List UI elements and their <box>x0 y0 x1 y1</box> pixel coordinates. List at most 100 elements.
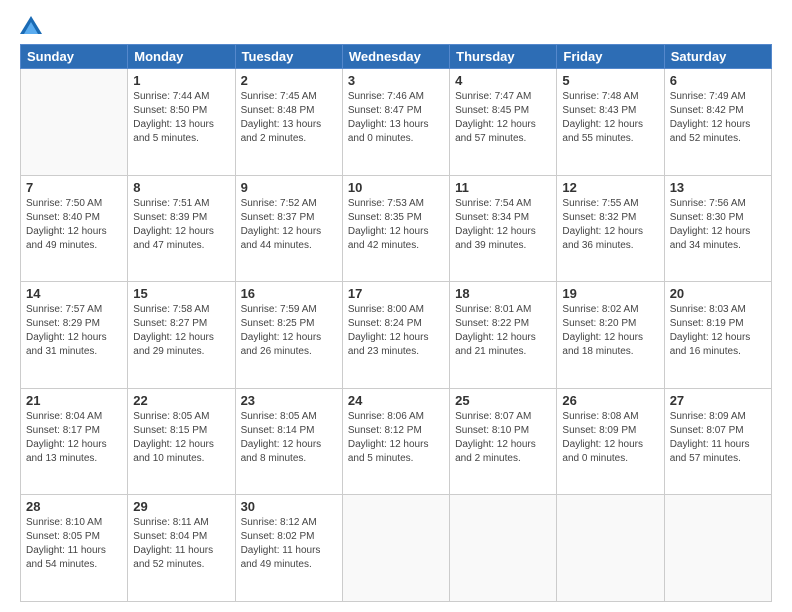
calendar-cell: 23Sunrise: 8:05 AM Sunset: 8:14 PM Dayli… <box>235 388 342 495</box>
calendar-week-row: 1 Sunrise: 7:44 AM Sunset: 8:50 PM Daylig… <box>21 69 772 176</box>
day-number: 24 <box>348 393 444 408</box>
day-info: Sunrise: 8:09 AM Sunset: 8:07 PM Dayligh… <box>670 410 766 466</box>
weekday-header-friday: Friday <box>557 45 664 69</box>
calendar-cell: 25 Sunrise: 8:07 AM Sunset: 8:10 PM Dayli… <box>450 388 557 495</box>
calendar-cell: 1 Sunrise: 7:44 AM Sunset: 8:50 PM Daylig… <box>128 69 235 176</box>
day-info: Sunrise: 7:59 AM Sunset: 8:25 PM Dayligh… <box>241 303 337 359</box>
weekday-header-row: SundayMondayTuesdayWednesdayThursdayFrid… <box>21 45 772 69</box>
logo <box>20 16 44 34</box>
calendar-cell: 18 Sunrise: 8:01 AM Sunset: 8:22 PM Dayli… <box>450 282 557 389</box>
calendar-cell: 10Sunrise: 7:53 AM Sunset: 8:35 PM Dayli… <box>342 175 449 282</box>
day-info: Sunrise: 7:57 AM Sunset: 8:29 PM Dayligh… <box>26 303 122 359</box>
day-number: 7 <box>26 180 122 195</box>
day-number: 14 <box>26 286 122 301</box>
calendar-cell: 28 Sunrise: 8:10 AM Sunset: 8:05 PM Dayli… <box>21 495 128 602</box>
day-number: 6 <box>670 73 766 88</box>
calendar-cell: 21 Sunrise: 8:04 AM Sunset: 8:17 PM Dayli… <box>21 388 128 495</box>
day-info: Sunrise: 8:01 AM Sunset: 8:22 PM Dayligh… <box>455 303 551 359</box>
calendar-cell: 11 Sunrise: 7:54 AM Sunset: 8:34 PM Dayli… <box>450 175 557 282</box>
day-info: Sunrise: 8:02 AM Sunset: 8:20 PM Dayligh… <box>562 303 658 359</box>
day-number: 23 <box>241 393 337 408</box>
day-info: Sunrise: 7:46 AM Sunset: 8:47 PM Dayligh… <box>348 90 444 146</box>
weekday-header-sunday: Sunday <box>21 45 128 69</box>
day-info: Sunrise: 7:49 AM Sunset: 8:42 PM Dayligh… <box>670 90 766 146</box>
day-number: 18 <box>455 286 551 301</box>
day-info: Sunrise: 7:44 AM Sunset: 8:50 PM Dayligh… <box>133 90 229 146</box>
calendar-cell: 15 Sunrise: 7:58 AM Sunset: 8:27 PM Dayli… <box>128 282 235 389</box>
day-number: 8 <box>133 180 229 195</box>
day-number: 15 <box>133 286 229 301</box>
day-info: Sunrise: 8:12 AM Sunset: 8:02 PM Dayligh… <box>241 516 337 572</box>
calendar-cell: 30Sunrise: 8:12 AM Sunset: 8:02 PM Dayli… <box>235 495 342 602</box>
calendar-cell <box>342 495 449 602</box>
calendar-cell: 7 Sunrise: 7:50 AM Sunset: 8:40 PM Daylig… <box>21 175 128 282</box>
day-number: 3 <box>348 73 444 88</box>
day-number: 26 <box>562 393 658 408</box>
day-info: Sunrise: 7:54 AM Sunset: 8:34 PM Dayligh… <box>455 197 551 253</box>
day-number: 20 <box>670 286 766 301</box>
calendar-week-row: 7 Sunrise: 7:50 AM Sunset: 8:40 PM Daylig… <box>21 175 772 282</box>
header <box>20 16 772 34</box>
day-info: Sunrise: 8:04 AM Sunset: 8:17 PM Dayligh… <box>26 410 122 466</box>
calendar-cell: 13 Sunrise: 7:56 AM Sunset: 8:30 PM Dayli… <box>664 175 771 282</box>
calendar-cell: 16 Sunrise: 7:59 AM Sunset: 8:25 PM Dayli… <box>235 282 342 389</box>
day-number: 27 <box>670 393 766 408</box>
calendar-cell: 24 Sunrise: 8:06 AM Sunset: 8:12 PM Dayli… <box>342 388 449 495</box>
day-number: 28 <box>26 499 122 514</box>
calendar-cell: 27 Sunrise: 8:09 AM Sunset: 8:07 PM Dayli… <box>664 388 771 495</box>
logo-text <box>20 16 44 34</box>
calendar-cell: 5 Sunrise: 7:48 AM Sunset: 8:43 PM Daylig… <box>557 69 664 176</box>
weekday-header-wednesday: Wednesday <box>342 45 449 69</box>
day-number: 25 <box>455 393 551 408</box>
day-number: 29 <box>133 499 229 514</box>
day-number: 12 <box>562 180 658 195</box>
calendar-cell: 22Sunrise: 8:05 AM Sunset: 8:15 PM Dayli… <box>128 388 235 495</box>
day-number: 4 <box>455 73 551 88</box>
calendar-cell <box>450 495 557 602</box>
calendar-week-row: 28 Sunrise: 8:10 AM Sunset: 8:05 PM Dayli… <box>21 495 772 602</box>
calendar-cell: 6 Sunrise: 7:49 AM Sunset: 8:42 PM Daylig… <box>664 69 771 176</box>
day-info: Sunrise: 7:50 AM Sunset: 8:40 PM Dayligh… <box>26 197 122 253</box>
calendar-cell: 2Sunrise: 7:45 AM Sunset: 8:48 PM Daylig… <box>235 69 342 176</box>
day-info: Sunrise: 7:58 AM Sunset: 8:27 PM Dayligh… <box>133 303 229 359</box>
calendar-cell <box>664 495 771 602</box>
day-number: 9 <box>241 180 337 195</box>
weekday-header-monday: Monday <box>128 45 235 69</box>
day-info: Sunrise: 8:03 AM Sunset: 8:19 PM Dayligh… <box>670 303 766 359</box>
calendar-table: SundayMondayTuesdayWednesdayThursdayFrid… <box>20 44 772 602</box>
calendar-cell: 4Sunrise: 7:47 AM Sunset: 8:45 PM Daylig… <box>450 69 557 176</box>
day-number: 16 <box>241 286 337 301</box>
day-info: Sunrise: 8:00 AM Sunset: 8:24 PM Dayligh… <box>348 303 444 359</box>
calendar-cell: 9 Sunrise: 7:52 AM Sunset: 8:37 PM Daylig… <box>235 175 342 282</box>
day-number: 1 <box>133 73 229 88</box>
calendar-cell: 12 Sunrise: 7:55 AM Sunset: 8:32 PM Dayli… <box>557 175 664 282</box>
day-info: Sunrise: 7:55 AM Sunset: 8:32 PM Dayligh… <box>562 197 658 253</box>
day-info: Sunrise: 7:51 AM Sunset: 8:39 PM Dayligh… <box>133 197 229 253</box>
weekday-header-saturday: Saturday <box>664 45 771 69</box>
day-number: 13 <box>670 180 766 195</box>
logo-icon <box>20 16 42 34</box>
calendar-cell: 14 Sunrise: 7:57 AM Sunset: 8:29 PM Dayli… <box>21 282 128 389</box>
day-info: Sunrise: 7:48 AM Sunset: 8:43 PM Dayligh… <box>562 90 658 146</box>
day-number: 21 <box>26 393 122 408</box>
day-number: 11 <box>455 180 551 195</box>
day-info: Sunrise: 8:06 AM Sunset: 8:12 PM Dayligh… <box>348 410 444 466</box>
weekday-header-thursday: Thursday <box>450 45 557 69</box>
day-info: Sunrise: 8:10 AM Sunset: 8:05 PM Dayligh… <box>26 516 122 572</box>
weekday-header-tuesday: Tuesday <box>235 45 342 69</box>
calendar-week-row: 21 Sunrise: 8:04 AM Sunset: 8:17 PM Dayli… <box>21 388 772 495</box>
day-info: Sunrise: 8:07 AM Sunset: 8:10 PM Dayligh… <box>455 410 551 466</box>
calendar-cell: 17Sunrise: 8:00 AM Sunset: 8:24 PM Dayli… <box>342 282 449 389</box>
calendar-cell: 20 Sunrise: 8:03 AM Sunset: 8:19 PM Dayli… <box>664 282 771 389</box>
calendar-cell: 26 Sunrise: 8:08 AM Sunset: 8:09 PM Dayli… <box>557 388 664 495</box>
day-info: Sunrise: 7:53 AM Sunset: 8:35 PM Dayligh… <box>348 197 444 253</box>
calendar-cell: 8 Sunrise: 7:51 AM Sunset: 8:39 PM Daylig… <box>128 175 235 282</box>
day-number: 5 <box>562 73 658 88</box>
day-info: Sunrise: 7:56 AM Sunset: 8:30 PM Dayligh… <box>670 197 766 253</box>
day-info: Sunrise: 8:05 AM Sunset: 8:15 PM Dayligh… <box>133 410 229 466</box>
calendar-cell <box>21 69 128 176</box>
day-info: Sunrise: 7:52 AM Sunset: 8:37 PM Dayligh… <box>241 197 337 253</box>
day-info: Sunrise: 8:11 AM Sunset: 8:04 PM Dayligh… <box>133 516 229 572</box>
day-info: Sunrise: 8:08 AM Sunset: 8:09 PM Dayligh… <box>562 410 658 466</box>
day-info: Sunrise: 7:45 AM Sunset: 8:48 PM Dayligh… <box>241 90 337 146</box>
